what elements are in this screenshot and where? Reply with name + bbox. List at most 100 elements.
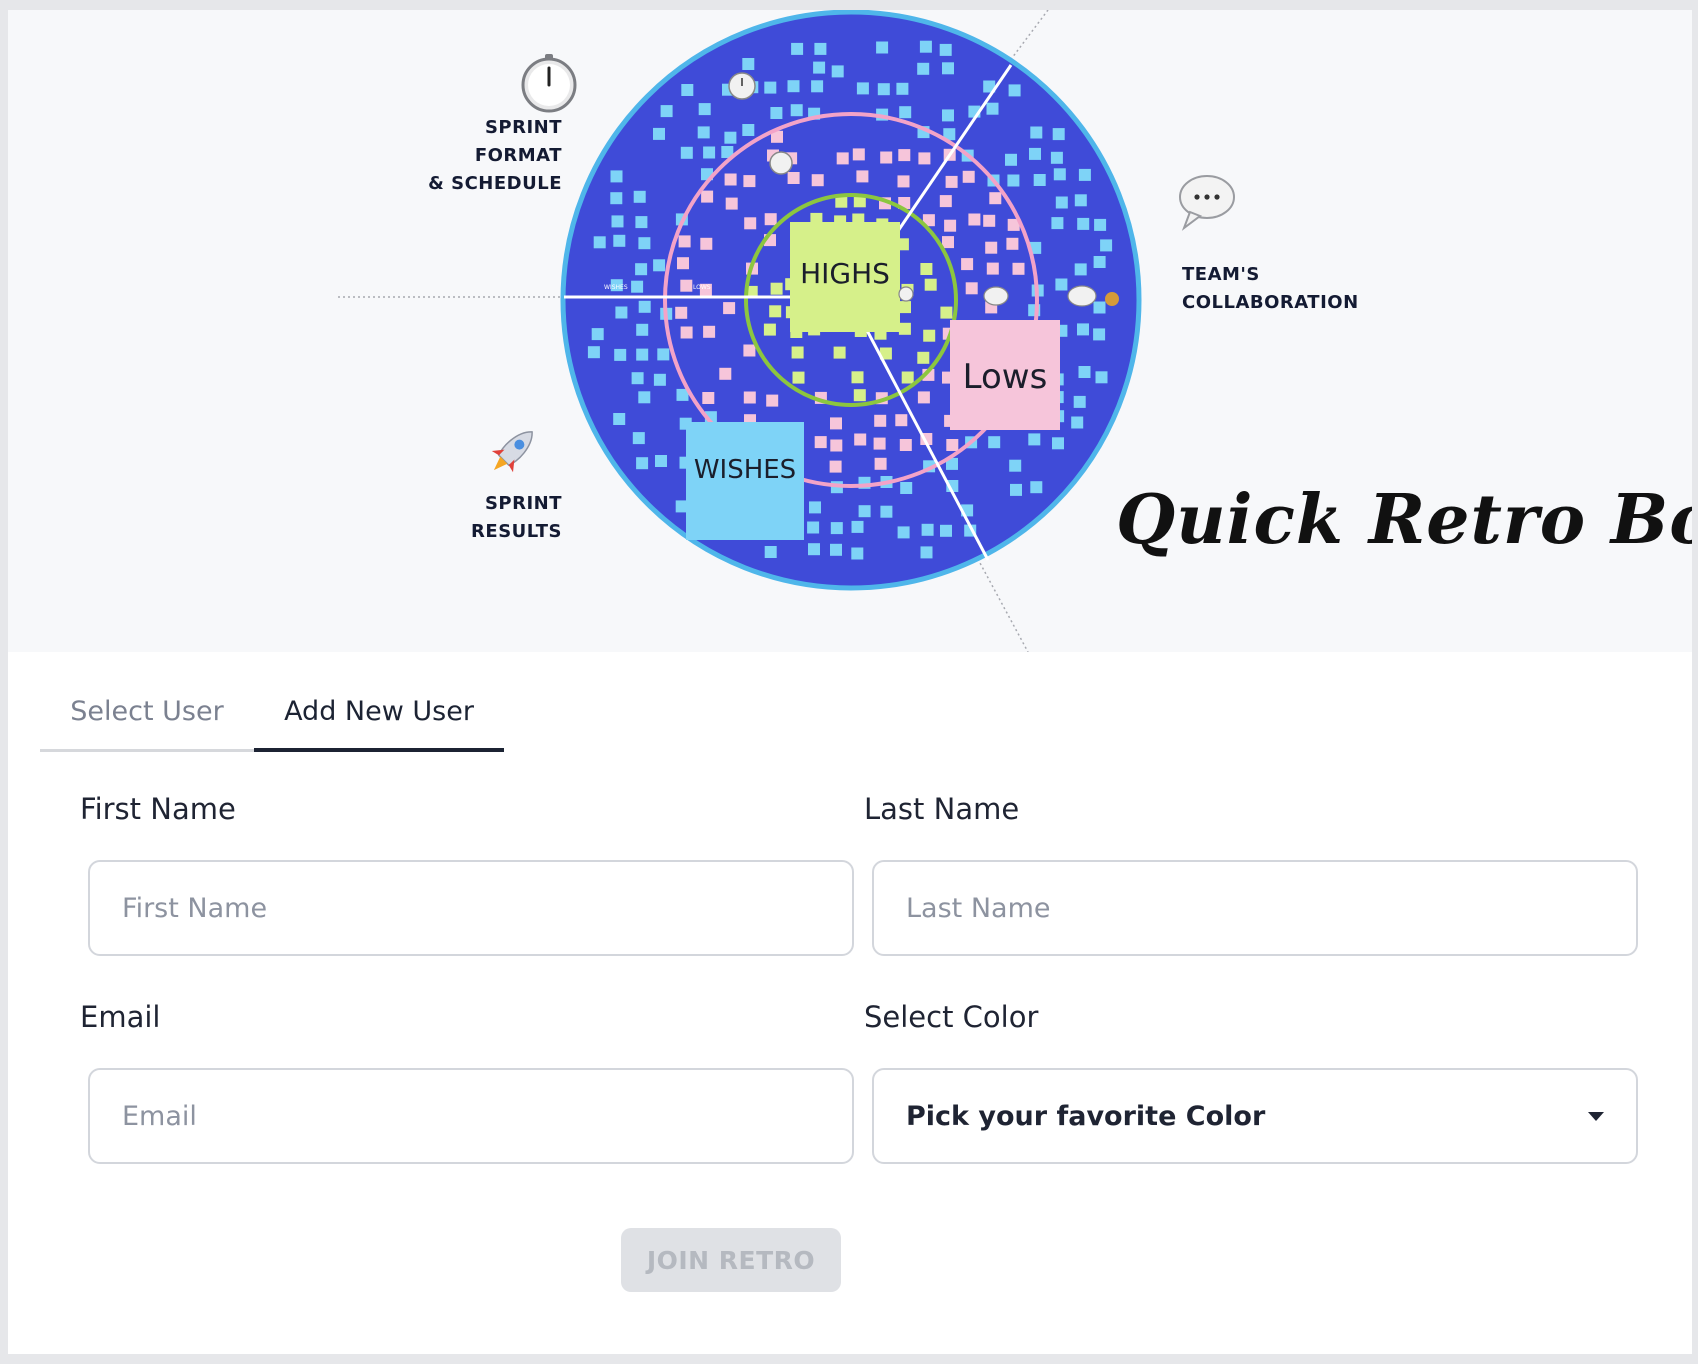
mini-sticky-note	[1006, 237, 1019, 250]
mini-sticky-note	[1009, 459, 1022, 472]
mini-sticky-note	[764, 546, 777, 558]
first-name-input[interactable]	[88, 860, 854, 956]
mini-sticky-note	[856, 170, 869, 183]
mini-sticky-note	[677, 257, 689, 270]
mini-sticky-note	[763, 323, 776, 336]
mini-sticky-note	[988, 436, 1001, 449]
mini-sticky-note	[918, 152, 931, 165]
mini-sticky-note	[1093, 328, 1106, 341]
mini-sticky-note	[808, 543, 820, 556]
mini-sticky-note	[700, 237, 713, 250]
mini-sticky-note	[792, 371, 805, 384]
select-color-label: Select Color	[864, 1000, 1039, 1034]
email-input[interactable]	[88, 1068, 854, 1164]
mini-sticky-note	[1007, 174, 1020, 187]
mini-sticky-note	[1100, 239, 1113, 252]
mini-sticky-note	[791, 346, 804, 359]
team-collaboration-label: TEAM'S COLLABORATION	[1182, 261, 1359, 317]
mini-sticky-note	[638, 237, 651, 250]
collaboration-line: COLLABORATION	[1182, 292, 1359, 313]
mini-sticky-note	[852, 148, 865, 161]
mini-sticky-note	[968, 213, 981, 226]
rocket-icon	[1105, 292, 1119, 306]
mini-sticky-note	[743, 344, 756, 357]
mini-sticky-note	[1051, 217, 1064, 230]
mini-sticky-note	[1073, 395, 1086, 408]
mini-sticky-note	[945, 175, 958, 188]
caret-down-icon	[1588, 1111, 1604, 1121]
mini-sticky-note	[702, 392, 715, 404]
speech-bubble-icon	[983, 286, 1009, 306]
mini-sticky-note	[787, 80, 800, 93]
mini-sticky-note	[858, 505, 871, 518]
first-name-label: First Name	[80, 792, 236, 826]
mini-sticky-note	[743, 391, 756, 404]
mini-sticky-note	[1055, 196, 1068, 209]
quick-retro-board-title: Quick Retro Board	[1116, 480, 1692, 560]
mini-sticky-note	[899, 439, 912, 451]
mini-sticky-note	[898, 149, 911, 162]
join-retro-button[interactable]: JOIN RETRO	[621, 1228, 841, 1292]
mini-sticky-note	[1093, 256, 1106, 268]
mini-sticky-note	[742, 124, 755, 136]
mini-sticky-note	[851, 547, 864, 560]
mini-sticky-note	[814, 42, 827, 55]
mini-sticky-note	[917, 351, 930, 364]
mini-sticky-note	[725, 197, 738, 210]
mini-sticky-note	[675, 500, 688, 513]
mini-sticky-note	[787, 172, 800, 184]
clock-icon	[769, 151, 793, 175]
last-name-input[interactable]	[872, 860, 1638, 956]
color-select[interactable]: Pick your favorite Color	[872, 1068, 1638, 1164]
mini-sticky-note	[920, 546, 933, 559]
mini-sticky-note	[1050, 151, 1063, 164]
mini-sticky-note	[877, 83, 890, 96]
mini-sticky-note	[874, 414, 887, 427]
mini-sticky-note	[724, 173, 737, 186]
mini-sticky-note	[1029, 147, 1041, 160]
mini-sticky-note	[723, 302, 736, 315]
mini-sticky-note	[830, 543, 842, 556]
mini-sticky-note	[1074, 194, 1087, 207]
user-tabs: Select User Add New User	[40, 674, 1676, 756]
mini-sticky-note	[880, 151, 893, 164]
join-retro-card: WISHES LOWS HIGHS Lows WISHES SPRINT FOR…	[8, 10, 1692, 1354]
mini-sticky-note	[657, 348, 670, 361]
mini-sticky-note	[610, 192, 623, 205]
mini-sticky-note	[610, 170, 623, 183]
tab-add-new-user[interactable]: Add New User	[254, 674, 504, 752]
mini-sticky-note	[653, 373, 666, 386]
mini-sticky-note	[770, 107, 783, 119]
mini-sticky-note	[807, 521, 820, 534]
speech-bubble-icon	[898, 286, 914, 302]
mini-sticky-note	[633, 190, 646, 203]
mini-sticky-note	[764, 81, 777, 94]
mini-sticky-note	[1077, 217, 1090, 230]
email-label: Email	[80, 1000, 161, 1034]
mini-sticky-note	[965, 282, 978, 295]
mini-sticky-note	[942, 109, 954, 122]
mini-sticky-note	[1010, 483, 1022, 496]
mini-sticky-note	[698, 103, 711, 116]
mini-sticky-note	[591, 328, 604, 341]
mini-sticky-note	[830, 439, 843, 452]
mini-sticky-note	[615, 306, 628, 319]
mini-sticky-note	[678, 235, 691, 248]
mini-sticky-note	[876, 41, 889, 54]
mini-sticky-note	[1030, 126, 1043, 139]
mini-sticky-note	[873, 437, 886, 450]
mini-sticky-note	[899, 106, 912, 119]
mini-sticky-note	[1094, 218, 1107, 231]
mini-sticky-note	[919, 40, 932, 53]
mini-sticky-note	[675, 306, 688, 319]
tab-select-user[interactable]: Select User	[40, 674, 254, 752]
mini-sticky-note	[1052, 128, 1065, 141]
mini-sticky-note	[631, 280, 644, 293]
mini-sticky-note	[791, 42, 804, 55]
mini-sticky-note	[1030, 481, 1043, 494]
color-select-value: Pick your favorite Color	[906, 1100, 1266, 1132]
stopwatch-icon	[521, 54, 577, 113]
mini-sticky-note	[743, 175, 756, 188]
mini-sticky-note	[942, 62, 954, 75]
mini-sticky-note	[898, 322, 911, 335]
